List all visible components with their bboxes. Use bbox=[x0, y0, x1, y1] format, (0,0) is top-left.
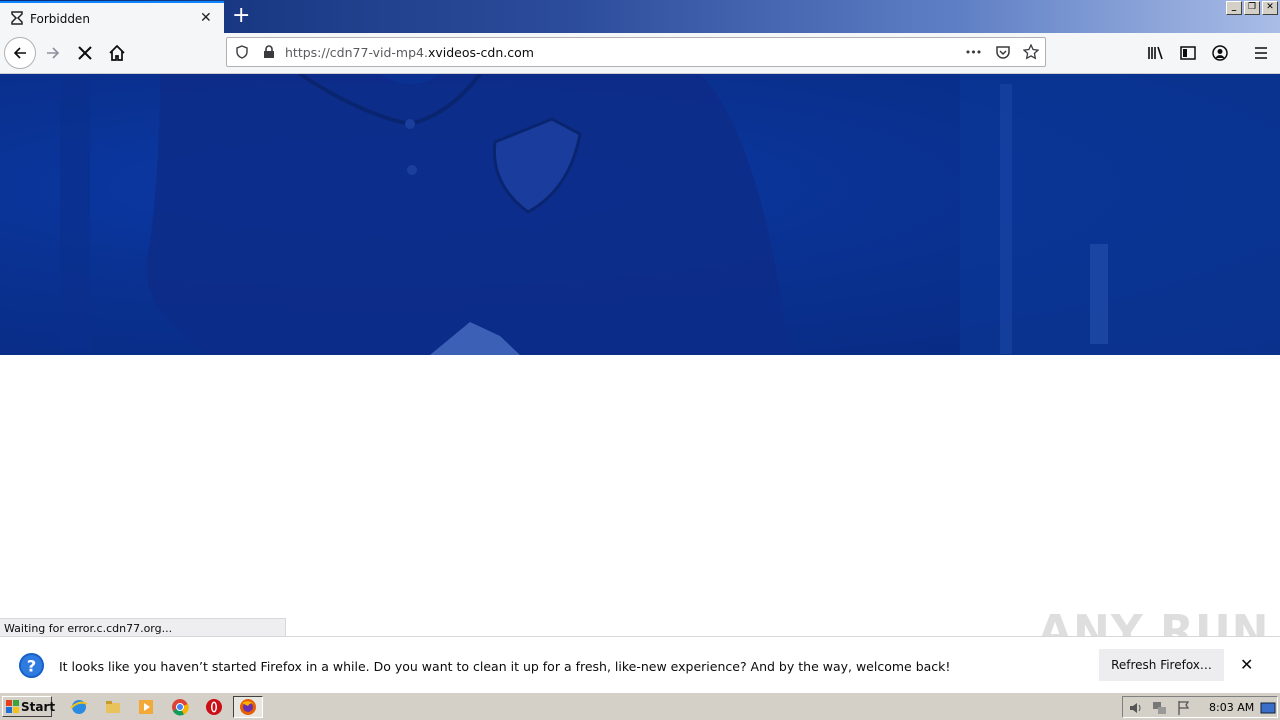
account-button[interactable] bbox=[1204, 37, 1236, 69]
show-desktop-icon[interactable] bbox=[1259, 699, 1277, 717]
home-button[interactable] bbox=[101, 37, 133, 69]
sidebar-button[interactable] bbox=[1172, 37, 1204, 69]
new-tab-button[interactable]: + bbox=[232, 5, 250, 27]
notification-close-icon[interactable]: ✕ bbox=[1240, 657, 1253, 673]
chrome-icon[interactable] bbox=[171, 698, 189, 716]
refresh-firefox-button[interactable]: Refresh Firefox… bbox=[1099, 649, 1224, 681]
hamburger-icon bbox=[1255, 47, 1267, 59]
library-button[interactable] bbox=[1140, 37, 1172, 69]
navigation-toolbar: https://cdn77-vid-mp4.xvideos-cdn.com ••… bbox=[0, 33, 1280, 74]
arrow-left-icon bbox=[13, 47, 26, 59]
account-icon bbox=[1212, 45, 1228, 61]
speaker-icon[interactable] bbox=[1127, 699, 1145, 717]
hero-photo-illustration bbox=[60, 74, 1280, 355]
firefox-icon bbox=[240, 699, 256, 715]
action-center-flag-icon[interactable] bbox=[1175, 699, 1193, 717]
restore-button[interactable]: ❐ bbox=[1244, 1, 1260, 15]
start-label: Start bbox=[21, 700, 56, 714]
arrow-right-icon bbox=[47, 47, 60, 59]
stop-button[interactable] bbox=[69, 37, 101, 69]
status-bar: Waiting for error.c.cdn77.org... bbox=[0, 618, 286, 636]
forward-button[interactable] bbox=[37, 37, 69, 69]
firefox-taskbar-button[interactable] bbox=[233, 696, 263, 718]
back-button[interactable] bbox=[4, 37, 36, 69]
tab-close-icon[interactable]: ✕ bbox=[200, 11, 212, 25]
clock[interactable]: 8:03 AM bbox=[1209, 701, 1254, 714]
home-icon bbox=[109, 45, 125, 61]
pocket-icon[interactable] bbox=[995, 44, 1011, 60]
tab-title: Forbidden bbox=[30, 12, 90, 26]
refresh-notification-bar: ? It looks like you haven’t started Fire… bbox=[0, 636, 1280, 692]
start-button[interactable]: Start bbox=[2, 696, 56, 717]
stop-x-icon bbox=[78, 46, 92, 60]
url-text[interactable]: https://cdn77-vid-mp4.xvideos-cdn.com bbox=[285, 45, 534, 60]
page-actions-icon[interactable]: ••• bbox=[965, 44, 982, 60]
window-controls: _ ❐ ✕ bbox=[1226, 1, 1278, 15]
menu-button[interactable] bbox=[1245, 37, 1277, 69]
hourglass-icon bbox=[11, 11, 23, 25]
media-player-icon[interactable] bbox=[137, 698, 155, 716]
windows-flag-icon bbox=[6, 700, 19, 713]
lock-icon[interactable] bbox=[261, 44, 277, 60]
bookmark-star-icon[interactable] bbox=[1023, 44, 1039, 60]
network-icon[interactable] bbox=[1151, 699, 1169, 717]
url-bar[interactable]: https://cdn77-vid-mp4.xvideos-cdn.com ••… bbox=[226, 37, 1046, 67]
window-close-button[interactable]: ✕ bbox=[1262, 1, 1278, 15]
internet-explorer-icon[interactable] bbox=[70, 698, 88, 716]
shield-icon[interactable] bbox=[234, 44, 250, 60]
minimize-button[interactable]: _ bbox=[1226, 1, 1242, 15]
notification-message: It looks like you haven’t started Firefo… bbox=[59, 659, 951, 674]
library-icon bbox=[1148, 46, 1163, 60]
tab-forbidden[interactable]: Forbidden ✕ bbox=[0, 1, 224, 33]
taskbar: Start 8:03 AM bbox=[0, 692, 1280, 720]
hero-image bbox=[0, 74, 1280, 355]
file-explorer-icon[interactable] bbox=[104, 698, 122, 716]
svg-text:?: ? bbox=[27, 656, 37, 675]
opera-icon[interactable] bbox=[205, 698, 223, 716]
tab-strip: Forbidden ✕ + _ ❐ ✕ bbox=[0, 0, 1280, 33]
system-tray: 8:03 AM bbox=[1122, 696, 1278, 718]
question-icon: ? bbox=[18, 652, 45, 679]
sidebar-icon bbox=[1180, 46, 1196, 60]
